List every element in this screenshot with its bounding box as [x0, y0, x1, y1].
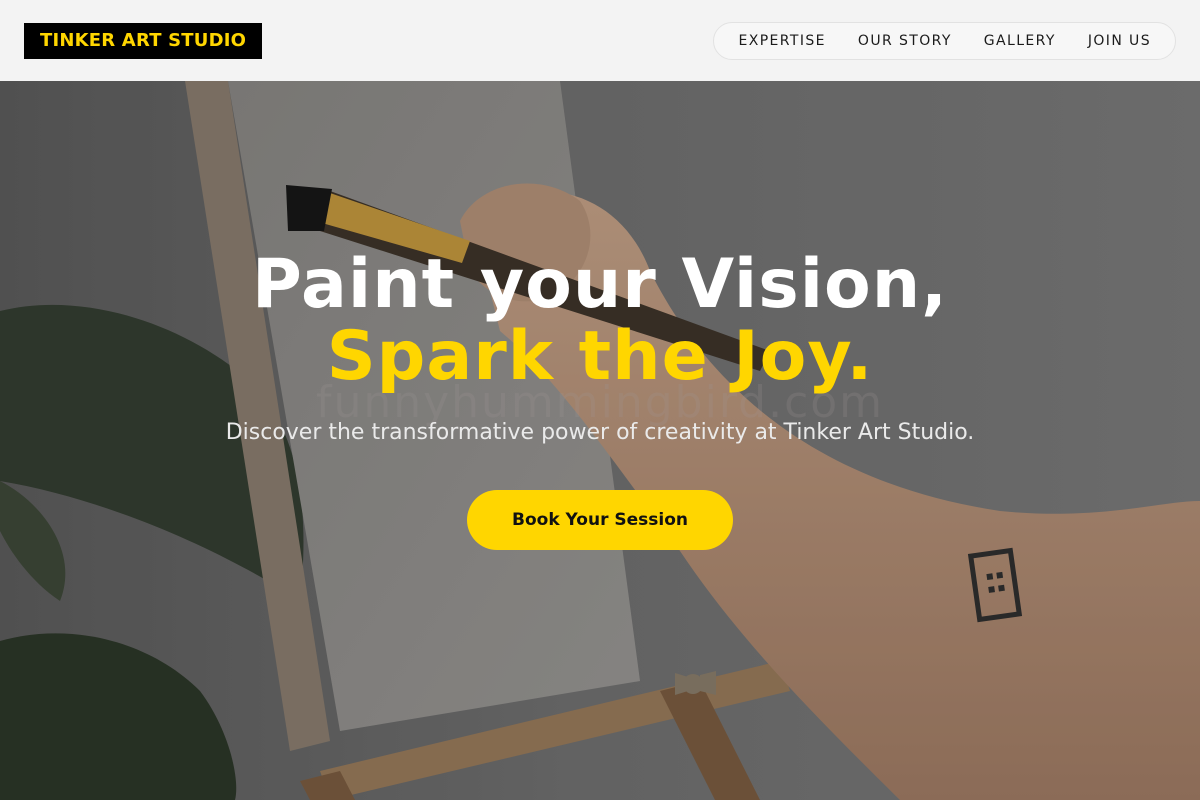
logo[interactable]: TINKER ART STUDIO [24, 22, 263, 59]
nav-link-gallery[interactable]: GALLERY [968, 23, 1072, 59]
hero-subtitle: Discover the transformative power of cre… [225, 420, 975, 445]
book-session-button[interactable]: Book Your Session [467, 490, 733, 550]
main-nav: EXPERTISE OUR STORY GALLERY JOIN US [713, 21, 1176, 60]
site-header: TINKER ART STUDIO EXPERTISE OUR STORY GA… [0, 0, 1200, 81]
nav-link-expertise[interactable]: EXPERTISE [722, 23, 841, 59]
hero-content: funnyhummingbird.com Paint your Vision, … [0, 81, 1200, 800]
hero-section: funnyhummingbird.com Paint your Vision, … [0, 81, 1200, 800]
hero-headline-line1: Paint your Vision, [252, 245, 948, 324]
nav-link-our-story[interactable]: OUR STORY [842, 23, 968, 59]
nav-link-join-us[interactable]: JOIN US [1072, 23, 1167, 59]
hero-headline-line2: Spark the Joy. [326, 317, 874, 396]
